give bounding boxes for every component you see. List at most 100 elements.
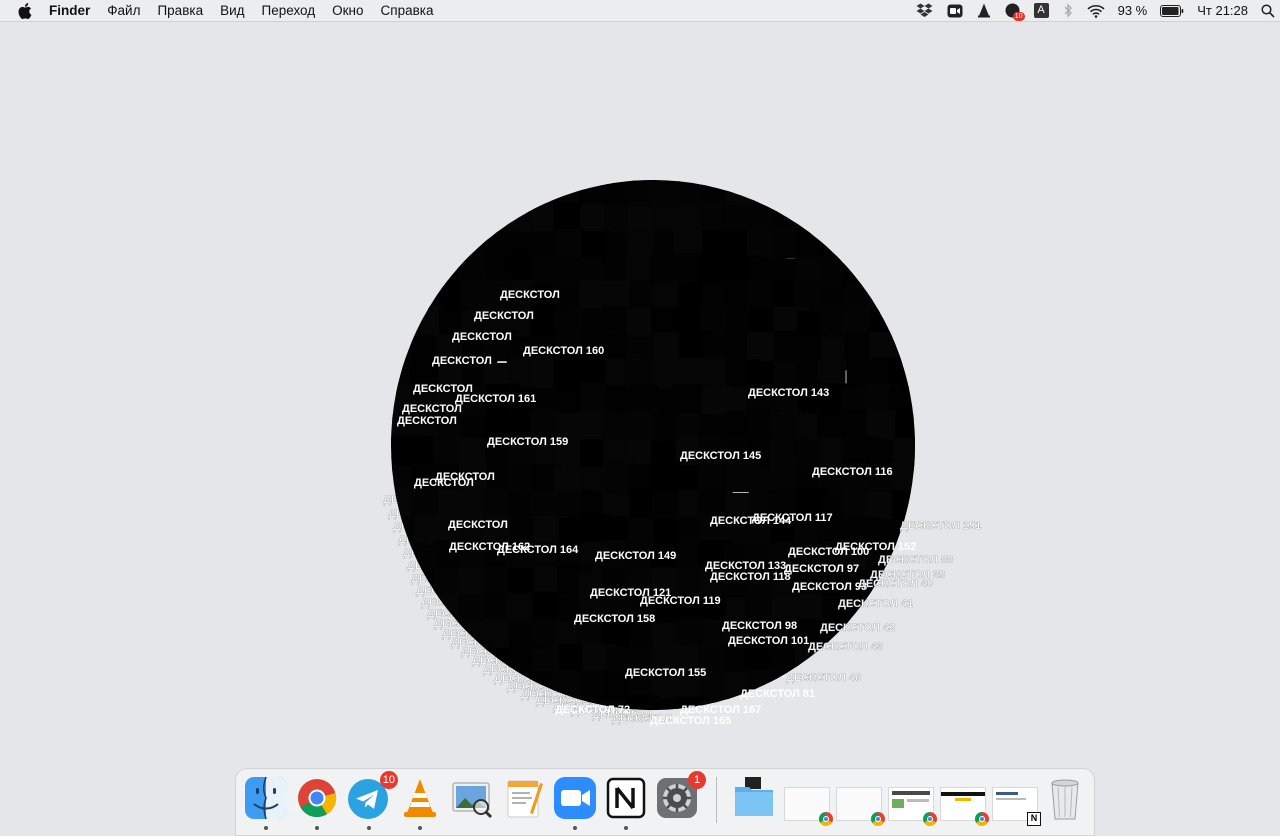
desktop-item-tile — [865, 180, 901, 212]
chrome-icon — [298, 779, 337, 818]
desktop-item-label: ДЕСКСТОЛ 165 — [650, 715, 731, 727]
desktop-item-label: ДЕСКСТОЛ — [402, 403, 462, 415]
desktop-item-tile — [391, 256, 416, 291]
desktop-item-label: ДЕСКСТОЛ — [397, 415, 457, 427]
zoom-icon — [554, 777, 596, 819]
dock-running-indicator — [418, 826, 422, 830]
desktop-item-label: ДЕСКСТОЛ — [474, 310, 534, 322]
notion-badge-icon: N — [1027, 812, 1041, 826]
desktop-item-label: ДЕСКСТОЛ 155 — [625, 667, 706, 679]
desktop-item-tile — [918, 487, 949, 520]
desktop-item-tile — [391, 279, 418, 311]
desktop-label-cloud: ДЕСКСТОЛДЕСКСТОЛДЕСКСТОЛДЕСКСТОЛДЕСКСТОЛ… — [383, 180, 981, 727]
desktop-item-tile — [820, 201, 852, 233]
desktop-item-label: ДЕСКСТОЛ 93 — [792, 581, 867, 593]
desktop-item-tile — [846, 180, 882, 212]
desktop-item-label: ДЕСКСТОЛ 88 — [878, 554, 953, 566]
chrome-badge-icon — [923, 812, 937, 826]
desktop-item-tile — [411, 673, 446, 705]
desktop-item-tile — [892, 695, 915, 710]
desktop-item-tile — [890, 461, 915, 493]
desktop-item-tile — [817, 180, 850, 210]
desktop-item-label: ДЕСКСТОЛ 97 — [784, 563, 859, 575]
desktop-item-tile — [916, 414, 946, 444]
dock-telegram[interactable]: 10 — [346, 771, 398, 821]
desktop-item-tile — [890, 257, 915, 290]
desktop-item-tile — [894, 204, 915, 236]
dock-running-indicator — [315, 826, 319, 830]
desktop-item-tile — [913, 435, 915, 469]
chrome-badge-icon — [975, 812, 989, 826]
desktop-item-label: ДЕСКСТОЛ — [413, 383, 473, 395]
desktop-item-label: ДЕСКСТОЛ 43 — [808, 641, 883, 653]
desktop-item-label: ДЕСКСТОЛ 118 — [710, 571, 791, 583]
desktop-item-tile — [821, 699, 852, 710]
dock-preview[interactable] — [449, 775, 495, 821]
desktop-item-tile — [889, 180, 915, 214]
desktop-item-label: ДЕСКСТОЛ 101 — [728, 635, 809, 647]
desktop-item-tile — [843, 253, 876, 285]
desktop-item-tile — [771, 696, 801, 710]
desktop-item-label: ДЕСКСТОЛ 119 — [640, 595, 721, 607]
dock-notion-window[interactable]: N — [990, 775, 1041, 826]
notion-window-thumbnail: N — [992, 787, 1041, 826]
desktop-item-tile — [918, 336, 949, 371]
desktop-item-tile — [412, 647, 446, 680]
desktop-item-tile — [894, 228, 915, 264]
desktop-item-tile — [409, 229, 440, 262]
desktop-item-label: ДЕСКСТОЛ 160 — [523, 345, 604, 357]
desktop-item-label: ДЕСКСТОЛ — [500, 289, 560, 301]
dock-chrome-window-3[interactable] — [886, 775, 937, 826]
chrome-window-thumbnail — [784, 787, 833, 826]
dock-zoom[interactable] — [552, 775, 598, 821]
pages-icon — [507, 780, 543, 818]
dock-vlc[interactable] — [397, 775, 443, 821]
dock-folder[interactable] — [731, 775, 777, 821]
dock-chrome-window-1[interactable] — [782, 775, 833, 826]
desktop-item-tile — [865, 228, 897, 263]
desktop-item-label: ДЕСКСТОЛ 143 — [748, 387, 829, 399]
desktop-item-tile — [482, 180, 518, 212]
desktop-item-tile — [462, 674, 492, 710]
dock-notion[interactable] — [603, 775, 649, 821]
desktop-item-tile — [914, 310, 915, 345]
desktop-item-tile — [890, 646, 915, 682]
desktop-item-tile — [411, 201, 443, 235]
desktop-item-label: ДЕСКСТОЛ 81 — [740, 688, 815, 700]
desktop-item-label: ДЕСКСТОЛ 152 — [835, 541, 916, 553]
dock-running-indicator — [573, 826, 577, 830]
desktop-item-tile — [391, 674, 420, 709]
dock-running-indicator — [367, 826, 371, 830]
desktop-item-tile — [434, 674, 467, 708]
desktop-item-tile — [870, 256, 901, 289]
dock-chrome-window-4[interactable] — [938, 775, 989, 826]
desktop-item-tile — [916, 673, 950, 707]
desktop-item-label: ДЕСКСТОЛ 164 — [497, 544, 579, 556]
desktop-item-tile — [391, 180, 417, 210]
desktop-item-label: ДЕСКСТОЛ 159 — [487, 436, 568, 448]
trash-icon — [1051, 779, 1079, 820]
desktop-item-tile — [412, 180, 448, 210]
desktop-item-tile — [433, 231, 469, 262]
dock-system-preferences[interactable]: 1 — [654, 771, 706, 821]
chrome-badge-icon — [871, 812, 885, 826]
desktop-item-tile — [913, 698, 915, 710]
desktop-item-tile — [457, 201, 491, 232]
desktop-item-tile — [892, 280, 915, 315]
system-preferences-badge: 1 — [688, 771, 706, 789]
dock-trash[interactable] — [1042, 775, 1088, 821]
desktop-item-label: ДЕСКСТОЛ 42 — [820, 622, 895, 634]
desktop-item-label: ДЕСКСТОЛ 158 — [574, 613, 655, 625]
desktop-item-label: ДЕСКСТОЛ 149 — [595, 550, 676, 562]
dock-pages[interactable] — [500, 775, 546, 821]
desktop-item-tile — [917, 389, 949, 420]
desktop-item-label: ДЕСКСТОЛ 40 — [858, 578, 933, 590]
dock-chrome-window-2[interactable] — [834, 775, 885, 826]
dock-chrome[interactable] — [294, 775, 340, 821]
dock-finder[interactable] — [243, 775, 289, 821]
dock-running-indicator — [264, 826, 268, 830]
desktop-item-tile — [915, 283, 948, 318]
desktop-item-label: ДЕСКСТОЛ 72 — [555, 704, 630, 716]
chrome-badge-icon — [819, 812, 833, 826]
desktop-item-label: ДЕСКСТОЛ 46 — [786, 672, 861, 684]
